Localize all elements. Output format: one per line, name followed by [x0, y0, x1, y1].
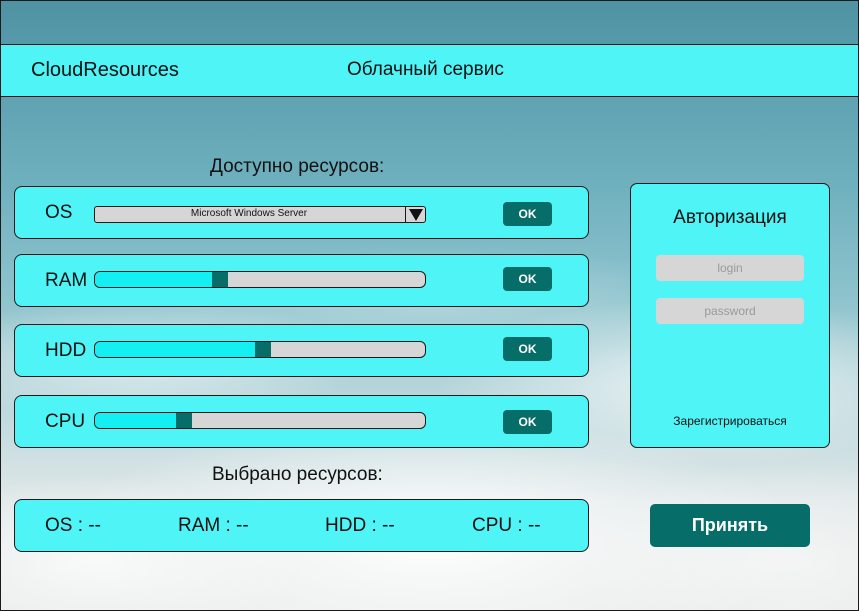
selected-ram: RAM : -- [178, 515, 249, 536]
selected-hdd: HDD : -- [325, 515, 395, 536]
hdd-ok-button[interactable]: OK [503, 337, 552, 361]
cpu-row: CPU OK [14, 395, 589, 448]
auth-title: Авторизация [673, 207, 787, 228]
ram-slider[interactable] [94, 271, 426, 288]
page: CloudResources Облачный сервис Доступно … [0, 0, 859, 611]
selected-resources-title: Выбрано ресурсов: [212, 464, 383, 485]
selected-cpu: CPU : -- [472, 515, 541, 536]
available-resources-title: Доступно ресурсов: [210, 156, 385, 177]
selected-os: OS : -- [45, 515, 101, 536]
ram-label: RAM [45, 270, 88, 291]
hdd-slider-fill [95, 342, 263, 357]
register-link[interactable]: Зарегистрироваться [631, 414, 829, 428]
cpu-label: CPU [45, 411, 86, 432]
ram-ok-button[interactable]: OK [503, 267, 552, 291]
password-input[interactable] [656, 298, 804, 324]
ram-slider-fill [95, 272, 220, 287]
os-select-value: Microsoft Windows Server [190, 208, 308, 219]
hdd-row: HDD OK [14, 324, 589, 377]
hdd-slider-thumb[interactable] [255, 342, 271, 357]
login-input[interactable] [656, 255, 804, 281]
ram-row: RAM OK [14, 254, 589, 307]
cpu-ok-button[interactable]: OK [503, 410, 552, 434]
cpu-slider[interactable] [94, 412, 426, 429]
ram-slider-thumb[interactable] [212, 272, 228, 287]
selected-resources-panel: OS : -- RAM : -- HDD : -- CPU : -- [14, 499, 589, 552]
page-subtitle: Облачный сервис [347, 59, 504, 80]
header-bar: CloudResources Облачный сервис [1, 44, 858, 97]
os-select[interactable]: Microsoft Windows Server [94, 206, 426, 223]
cpu-slider-fill [95, 413, 184, 428]
accept-button[interactable]: Принять [650, 504, 810, 547]
auth-panel: Авторизация Зарегистрироваться [630, 183, 830, 448]
os-row: OS Microsoft Windows Server OK [14, 186, 589, 239]
dropdown-arrow-icon[interactable] [405, 206, 425, 223]
os-ok-button[interactable]: OK [503, 202, 552, 226]
hdd-slider[interactable] [94, 341, 426, 358]
hdd-label: HDD [45, 340, 87, 361]
cpu-slider-thumb[interactable] [176, 413, 192, 428]
os-label: OS [45, 202, 73, 223]
brand-logo-text[interactable]: CloudResources [31, 59, 179, 82]
